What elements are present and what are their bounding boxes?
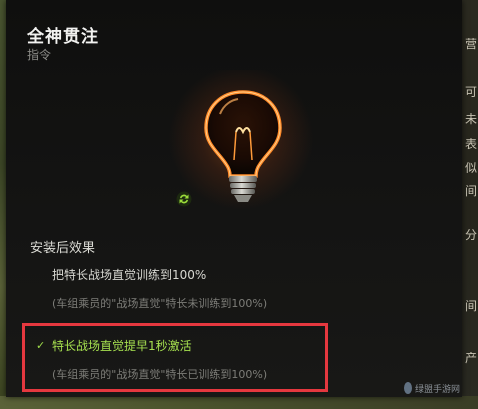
background-char: 产 — [465, 352, 478, 364]
effects-section-title: 安装后效果 — [30, 241, 96, 256]
watermark-logo-icon — [404, 382, 412, 394]
background-char: 间 — [465, 185, 478, 197]
background-text-strip: 营 可 未 表 似 间 分 间 产 — [462, 0, 478, 409]
effect-requirement: (车组乘员的"战场直觉"特长未训练到100%) — [52, 297, 268, 310]
watermark: 绿盟手游网 — [404, 380, 460, 396]
background-moss-bottom — [0, 396, 478, 409]
swap-icon — [176, 191, 192, 207]
tooltip-subtitle: 指令 — [27, 48, 52, 62]
background-char: 可 — [465, 86, 478, 98]
check-icon: ✓ — [36, 339, 46, 352]
background-char: 间 — [465, 300, 478, 312]
tooltip-panel: 全神贯注 指令 安装后效果 把特长战场直觉训练到100% (车组乘员的"战场直觉… — [6, 0, 462, 397]
lightbulb-icon — [204, 90, 282, 202]
background-char: 分 — [465, 229, 478, 241]
background-char: 未 — [465, 113, 478, 125]
background-char: 表 — [465, 138, 478, 150]
watermark-text: 绿盟手游网 — [414, 384, 460, 395]
background-char: 似 — [465, 162, 478, 174]
active-effect-text: 特长战场直觉提早1秒激活 — [52, 339, 192, 353]
tooltip-title: 全神贯注 — [27, 27, 99, 47]
background-char: 营 — [465, 38, 478, 50]
effect-text: 把特长战场直觉训练到100% — [52, 268, 207, 282]
game-screen: 营 可 未 表 似 间 分 间 产 全神贯注 指令 安装后效果 把特长战场直觉训… — [0, 0, 478, 409]
effect-requirement: (车组乘员的"战场直觉"特长已训练到100%) — [52, 368, 268, 381]
